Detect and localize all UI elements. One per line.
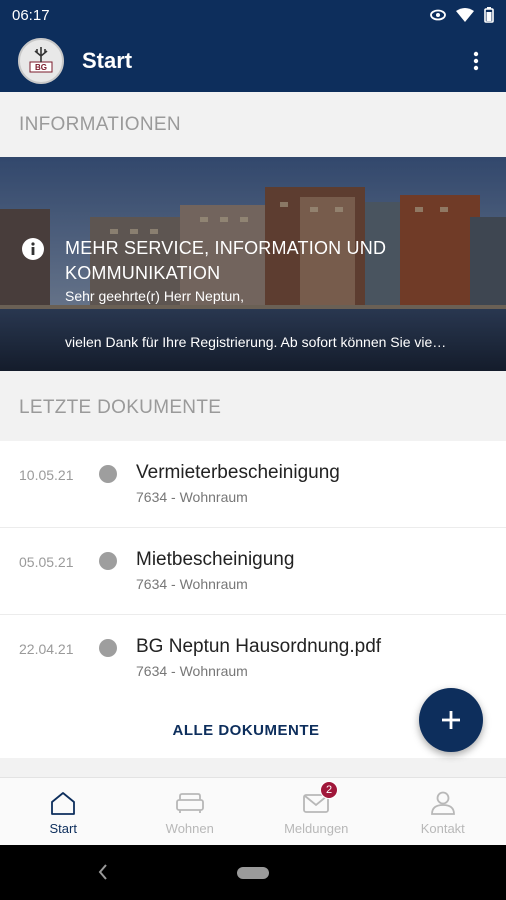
status-icons [430,7,494,23]
document-date: 05.05.21 [19,554,74,570]
logo-icon: BG [29,47,53,73]
app-bar: BG Start [0,30,506,92]
eye-icon [430,9,446,21]
nav-label: Kontakt [420,821,465,836]
document-date: 22.04.21 [19,641,74,657]
sofa-icon [175,793,204,813]
status-dot-icon [99,465,117,483]
home-pill[interactable] [237,866,269,879]
status-bar: 06:17 [0,0,506,30]
nav-item-wohnen[interactable]: Wohnen [127,778,254,845]
add-button[interactable] [419,688,483,752]
nav-item-meldungen[interactable]: 2 Meldungen [253,778,380,845]
info-greeting: Sehr geehrte(r) Herr Neptun, [65,288,244,304]
svg-text:BG: BG [35,63,47,72]
system-navigation-bar [0,845,506,900]
document-list: 10.05.21 Vermieterbescheinigung 7634 - W… [0,441,506,702]
document-meta: 7634 - Wohnraum [136,663,248,679]
more-vert-icon [473,51,479,71]
info-title: MEHR SERVICE, INFORMATION UND KOMMUNIKAT… [65,238,387,283]
section-header-info: INFORMATIONEN [0,92,506,158]
document-title: Vermieterbescheinigung [136,462,340,483]
document-row[interactable]: 22.04.21 BG Neptun Hausordnung.pdf 7634 … [0,615,506,702]
plus-icon [442,711,460,729]
info-preview: vielen Dank für Ihre Registrierung. Ab s… [65,334,447,350]
info-card[interactable]: MEHR SERVICE, INFORMATION UND KOMMUNIKAT… [0,157,506,371]
nav-label: Wohnen [165,821,214,836]
wifi-icon [456,8,474,22]
nav-label: Meldungen [284,821,349,836]
app-logo: BG [18,38,64,84]
document-meta: 7634 - Wohnraum [136,576,248,592]
document-title: Mietbescheinigung [136,549,295,570]
notification-badge: 2 [320,781,338,799]
bottom-navigation: Start Wohnen 2 Meldungen Kontakt [0,777,506,845]
document-title: BG Neptun Hausordnung.pdf [136,636,382,657]
status-time: 06:17 [12,6,50,24]
nav-item-kontakt[interactable]: Kontakt [380,778,506,845]
battery-icon [484,7,494,23]
document-row[interactable]: 10.05.21 Vermieterbescheinigung 7634 - W… [0,441,506,528]
all-documents-button[interactable]: ALLE DOKUMENTE [173,722,320,739]
status-dot-icon [99,639,117,657]
back-icon[interactable] [96,863,110,881]
document-meta: 7634 - Wohnraum [136,489,248,505]
info-icon [22,238,44,260]
nav-label: Start [49,821,77,836]
page-title: Start [82,48,133,73]
person-icon [430,791,455,815]
nav-item-start[interactable]: Start [0,778,127,845]
section-header-documents: LETZTE DOKUMENTE [0,375,506,441]
document-row[interactable]: 05.05.21 Mietbescheinigung 7634 - Wohnra… [0,528,506,615]
document-date: 10.05.21 [19,467,74,483]
home-icon [51,792,76,815]
more-options-button[interactable] [464,46,488,76]
status-dot-icon [99,552,117,570]
